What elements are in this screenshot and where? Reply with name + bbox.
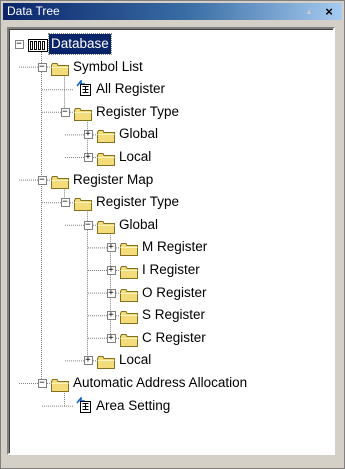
table-document-icon	[74, 395, 92, 413]
tree-node-label[interactable]: Global	[117, 215, 160, 235]
tree-node-label[interactable]: Automatic Address Allocation	[71, 373, 249, 393]
tree-node-label[interactable]: Local	[117, 147, 153, 167]
tree-node-label[interactable]: M Register	[140, 237, 209, 257]
collapse-icon[interactable]: −	[14, 40, 24, 49]
folder-icon	[97, 219, 115, 234]
close-icon[interactable]: ×	[321, 3, 337, 20]
folder-icon	[74, 196, 92, 212]
folder-icon	[97, 128, 115, 144]
tree-node-label[interactable]: Register Map	[71, 170, 155, 190]
folder-icon	[97, 354, 115, 370]
folder-icon	[51, 174, 69, 189]
folder-icon	[120, 309, 138, 325]
tree-node-label[interactable]: Register Type	[94, 102, 181, 122]
title-bar[interactable]: Data Tree ▲ ×	[3, 3, 342, 20]
tree-node-label[interactable]: O Register	[140, 283, 209, 303]
tree-panel: − Database − Symbol List All Register − Regist…	[7, 27, 335, 455]
tree-node-label[interactable]: Area Setting	[94, 396, 172, 416]
folder-icon	[51, 377, 69, 392]
folder-icon	[97, 151, 115, 166]
collapse-icon[interactable]: −	[37, 379, 47, 388]
expand-icon[interactable]: +	[106, 333, 116, 343]
expand-icon[interactable]: +	[83, 356, 93, 366]
tree-node-label[interactable]: C Register	[140, 328, 208, 348]
folder-icon	[120, 241, 138, 257]
folder-icon	[120, 264, 138, 279]
expand-icon[interactable]: +	[106, 243, 116, 253]
folder-icon	[51, 61, 69, 76]
expand-icon[interactable]: +	[83, 153, 93, 162]
collapse-icon[interactable]: −	[60, 107, 70, 117]
tree-node-label[interactable]: Local	[117, 350, 153, 370]
tree-node-label[interactable]: Register Type	[94, 192, 181, 212]
tree-node-label[interactable]: Symbol List	[71, 57, 145, 77]
tree-node-label[interactable]: Global	[117, 124, 160, 144]
collapse-icon[interactable]: −	[37, 175, 47, 185]
table-document-icon	[74, 78, 92, 97]
window-title: Data Tree	[7, 4, 60, 18]
tree-node-label[interactable]: Database	[48, 33, 112, 55]
expand-icon[interactable]: +	[83, 130, 93, 140]
folder-icon	[120, 332, 138, 347]
collapse-icon[interactable]: −	[83, 220, 93, 230]
collapse-icon[interactable]: −	[60, 198, 70, 208]
tree-node-label[interactable]: S Register	[140, 305, 207, 325]
tree-view: − Database − Symbol List All Register − Regist…	[9, 29, 333, 453]
expand-icon[interactable]: +	[106, 266, 116, 275]
tree-node-label[interactable]: I Register	[140, 260, 202, 280]
expand-icon[interactable]: +	[106, 288, 116, 298]
collapse-icon[interactable]: −	[37, 62, 47, 72]
folder-icon	[120, 287, 138, 302]
data-tree-window: Data Tree ▲ × − Database − Symbol List All R…	[0, 0, 345, 469]
tree-node-label[interactable]: All Register	[94, 79, 167, 99]
pin-icon[interactable]: ▲	[301, 3, 317, 20]
folder-icon	[74, 106, 92, 121]
expand-icon[interactable]: +	[106, 311, 116, 321]
database-icon	[28, 37, 48, 52]
